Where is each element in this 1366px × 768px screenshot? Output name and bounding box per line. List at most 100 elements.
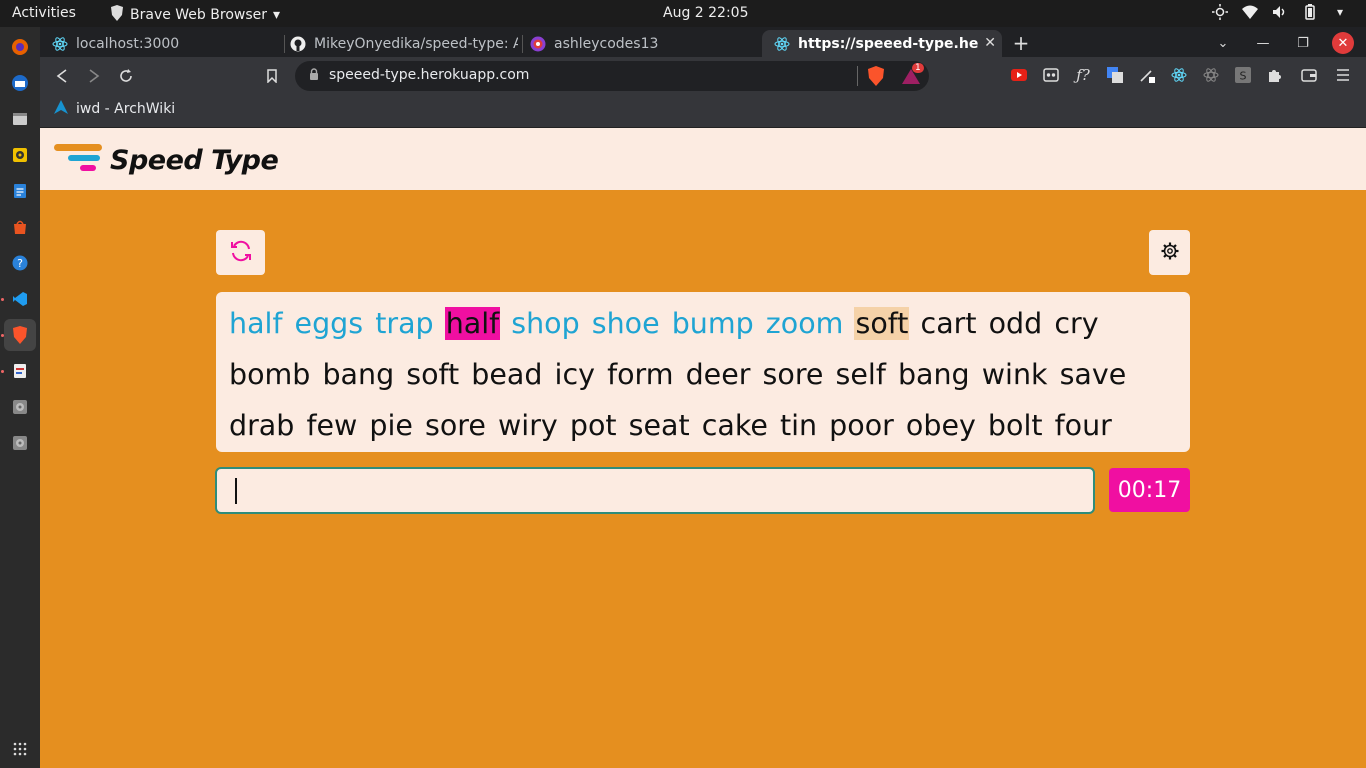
arch-icon	[54, 100, 68, 118]
word: deer	[685, 358, 751, 391]
tab-search-icon[interactable]: ⌄	[1212, 32, 1234, 54]
site-logo[interactable]: Speed Type	[54, 142, 279, 178]
thunderbird-icon[interactable]	[4, 67, 36, 99]
activities-button[interactable]: Activities	[12, 5, 76, 21]
maximize-icon[interactable]: ❐	[1292, 32, 1314, 54]
back-icon[interactable]	[52, 66, 72, 86]
word: form	[607, 358, 674, 391]
word: bead	[471, 358, 543, 391]
bookmark-label: iwd - ArchWiki	[76, 101, 176, 117]
s-extension-icon[interactable]: S	[1234, 66, 1252, 84]
firefox-icon[interactable]	[4, 31, 36, 63]
window-close-icon[interactable]: ✕	[1332, 32, 1354, 54]
address-bar[interactable]: speeed-type.herokuapp.com 1	[295, 61, 929, 91]
browser-window: localhost:3000 MikeyOnyedika/speed-type:…	[40, 27, 1366, 768]
refresh-icon	[229, 239, 253, 267]
minimize-icon[interactable]: —	[1252, 32, 1274, 54]
tab-ashleycodes[interactable]: ashleycodes13	[518, 30, 758, 57]
tab-github[interactable]: MikeyOnyedika/speed-type: A	[278, 30, 518, 57]
brave-icon[interactable]	[4, 319, 36, 351]
word: half	[229, 307, 283, 340]
bookmark-icon[interactable]	[262, 66, 282, 86]
translate-extension-icon[interactable]	[1106, 66, 1124, 84]
site-header: Speed Type	[40, 128, 1366, 190]
clock[interactable]: Aug 2 22:05	[663, 5, 749, 21]
text-editor-icon[interactable]	[4, 355, 36, 387]
bookmark-archwiki[interactable]: iwd - ArchWiki	[54, 100, 175, 118]
files-icon[interactable]	[4, 103, 36, 135]
app-menu[interactable]: Brave Web Browser ▾	[110, 5, 280, 25]
word: tin	[779, 409, 818, 442]
word: wink	[981, 358, 1048, 391]
tab-label: https://speeed-type.herok	[798, 35, 978, 52]
word: pot	[569, 409, 617, 442]
text-caret	[235, 478, 237, 504]
word: zoom	[765, 307, 844, 340]
system-tray[interactable]: ▾	[1212, 4, 1348, 20]
brave-shields-icon[interactable]	[867, 66, 885, 90]
word: self	[835, 358, 886, 391]
formula-extension-icon[interactable]: ƒ?	[1074, 66, 1092, 84]
lock-icon	[309, 68, 319, 85]
word: bomb	[229, 358, 311, 391]
forward-icon[interactable]	[84, 66, 104, 86]
word: sore	[762, 358, 824, 391]
brightness-icon	[1212, 4, 1228, 20]
word: obey	[905, 409, 976, 442]
react-devtools-icon[interactable]	[1202, 66, 1220, 84]
rhythmbox-icon[interactable]	[4, 139, 36, 171]
menu-icon[interactable]	[1334, 66, 1352, 84]
wifi-icon	[1242, 4, 1258, 20]
word: bang	[322, 358, 395, 391]
chevron-down-icon: ▾	[1336, 5, 1344, 19]
help-icon[interactable]: ?	[4, 247, 36, 279]
timer: 00:17	[1109, 468, 1190, 512]
reload-icon[interactable]	[116, 66, 136, 86]
puzzle-icon[interactable]	[1266, 66, 1284, 84]
tab-speed-type[interactable]: https://speeed-type.herok ✕	[762, 30, 1002, 57]
word: bolt	[987, 409, 1043, 442]
writer-icon[interactable]	[4, 175, 36, 207]
running-indicator	[1, 334, 4, 337]
word: wiry	[497, 409, 558, 442]
word: few	[306, 409, 358, 442]
extension-icon[interactable]	[1042, 66, 1060, 84]
close-icon[interactable]: ✕	[984, 35, 996, 51]
software-center-icon[interactable]	[4, 211, 36, 243]
word-display: half eggs trap half shop shoe bump zoom …	[216, 292, 1190, 452]
wallet-icon[interactable]	[1300, 66, 1318, 84]
typing-input[interactable]	[215, 467, 1095, 514]
app-menu-label: Brave Web Browser	[130, 7, 267, 23]
disk-icon[interactable]	[4, 391, 36, 423]
dock: ?	[0, 27, 40, 768]
github-icon	[290, 36, 306, 52]
word: odd	[988, 307, 1043, 340]
picker-extension-icon[interactable]	[1138, 66, 1156, 84]
tab-localhost[interactable]: localhost:3000	[40, 30, 284, 57]
word: sore	[425, 409, 486, 442]
youtube-extension-icon[interactable]	[1010, 66, 1028, 84]
vscode-icon[interactable]	[4, 283, 36, 315]
new-tab-icon[interactable]: +	[1010, 31, 1032, 55]
word: shop	[511, 307, 580, 340]
word: poor	[829, 409, 894, 442]
show-apps-icon[interactable]	[4, 733, 36, 765]
react-devtools-icon[interactable]	[1170, 66, 1188, 84]
system-top-bar: Activities Brave Web Browser ▾ Aug 2 22:…	[0, 0, 1366, 27]
word: icy	[554, 358, 596, 391]
word: pie	[369, 409, 413, 442]
disk-icon[interactable]	[4, 427, 36, 459]
word: seat	[628, 409, 690, 442]
logo-mark-icon	[54, 142, 104, 178]
chevron-down-icon: ▾	[273, 7, 281, 23]
settings-button[interactable]	[1149, 230, 1190, 275]
bookmarks-bar: iwd - ArchWiki	[40, 94, 1366, 128]
brave-icon	[110, 5, 124, 25]
word: soft	[854, 307, 910, 340]
restart-button[interactable]	[216, 230, 265, 275]
gear-icon	[1161, 242, 1179, 264]
tab-label: localhost:3000	[76, 35, 180, 52]
page-content: Speed Type half eggs trap half shop shoe…	[40, 128, 1366, 768]
browser-toolbar: speeed-type.herokuapp.com 1 ƒ? S	[40, 57, 1366, 94]
divider	[857, 66, 858, 86]
